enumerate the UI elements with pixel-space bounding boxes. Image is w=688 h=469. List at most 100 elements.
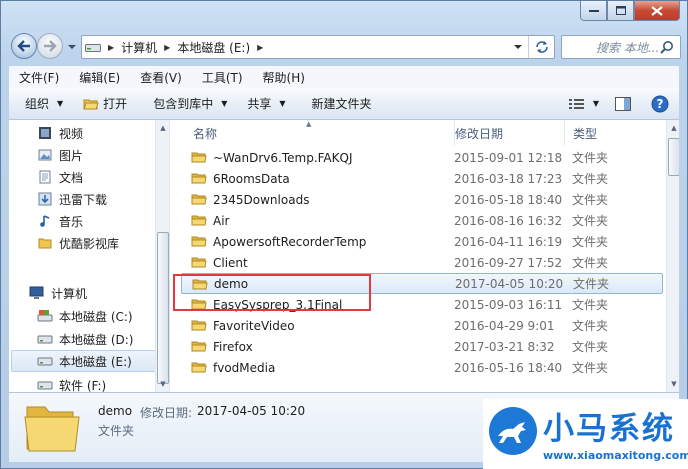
- menu-view[interactable]: 查看(V): [130, 69, 192, 86]
- file-type: 文件夹: [572, 340, 609, 354]
- nav-item-drive-c[interactable]: 本地磁盘 (C:): [37, 305, 169, 327]
- share-label: 共享: [247, 97, 272, 111]
- maximize-icon: [615, 6, 626, 15]
- documents-library-icon: [37, 169, 53, 185]
- file-row[interactable]: 6RoomsData 2016-03-18 17:23 文件夹: [181, 168, 663, 189]
- address-bar[interactable]: ▶ 计算机 ▶ 本地磁盘 (E:) ▶: [81, 35, 555, 59]
- file-row[interactable]: fvodMedia 2016-05-16 18:40 文件夹: [181, 357, 663, 378]
- new-folder-button[interactable]: 新建文件夹: [296, 88, 382, 119]
- organize-button[interactable]: 组织 ▼: [9, 88, 73, 119]
- file-name: 2345Downloads: [213, 192, 310, 207]
- nav-item-thunder-download[interactable]: 迅雷下载: [37, 188, 169, 210]
- search-input[interactable]: 搜索 本地...: [561, 35, 681, 59]
- horse-logo-icon: [489, 407, 537, 455]
- file-name: ApowersoftRecorderTemp: [213, 234, 367, 249]
- share-button[interactable]: 共享 ▼: [237, 88, 295, 119]
- open-button[interactable]: 打开: [73, 88, 137, 119]
- file-type: 文件夹: [573, 277, 610, 291]
- folder-icon: [191, 234, 207, 251]
- file-row[interactable]: ~WanDrv6.Temp.FAKQJ 2015-09-01 12:18 文件夹: [181, 147, 663, 168]
- recent-pages-dropdown[interactable]: [67, 41, 77, 51]
- close-button[interactable]: [634, 1, 680, 21]
- nav-item-label: 优酷影视库: [59, 236, 120, 251]
- file-type: 文件夹: [572, 319, 609, 333]
- menu-help[interactable]: 帮助(H): [253, 69, 315, 86]
- folder-icon: [37, 235, 53, 251]
- file-type: 文件夹: [572, 193, 609, 207]
- breadcrumb-separator[interactable]: ▶: [104, 43, 118, 52]
- scroll-down-arrow[interactable]: ▼: [156, 376, 169, 392]
- organize-label: 组织: [25, 97, 50, 111]
- scroll-up-arrow[interactable]: ▲: [156, 120, 169, 136]
- menu-tools[interactable]: 工具(T): [192, 69, 253, 86]
- nav-item-drive-d[interactable]: 本地磁盘 (D:): [37, 328, 169, 350]
- sort-ascending-icon: ▲: [306, 120, 312, 128]
- nav-item-documents[interactable]: 文档: [37, 166, 169, 188]
- file-date: 2017-04-05 10:20: [455, 276, 564, 291]
- view-options-button[interactable]: ▼: [563, 88, 605, 119]
- scroll-down-arrow[interactable]: ▼: [667, 376, 679, 392]
- column-headers: 名称 ▲ 修改日期 类型: [171, 120, 664, 146]
- nav-item-videos[interactable]: 视频: [37, 122, 169, 144]
- folder-icon: [191, 255, 207, 272]
- explorer-window: ▶ 计算机 ▶ 本地磁盘 (E:) ▶ 搜索 本地... 文件(F) 编辑(E)…: [0, 0, 688, 469]
- nav-item-label: 本地磁盘 (D:): [59, 332, 134, 347]
- file-row[interactable]: FavoriteVideo 2016-04-29 9:01 文件夹: [181, 315, 663, 336]
- file-row[interactable]: 2345Downloads 2016-05-18 18:40 文件夹: [181, 189, 663, 210]
- nav-item-youku[interactable]: 优酷影视库: [37, 232, 169, 254]
- chevron-down-icon: ▼: [279, 99, 286, 108]
- scroll-up-arrow[interactable]: ▲: [667, 120, 679, 136]
- computer-icon: [29, 285, 45, 301]
- include-in-library-button[interactable]: 包含到库中 ▼: [137, 88, 237, 119]
- folder-icon: [191, 150, 207, 167]
- file-list-scrollbar[interactable]: ▲ ▼: [666, 120, 679, 392]
- refresh-button[interactable]: [528, 36, 554, 58]
- nav-item-drive-f[interactable]: 软件 (F:): [37, 374, 169, 392]
- breadcrumb-separator[interactable]: ▶: [160, 43, 174, 52]
- maximize-button[interactable]: [607, 1, 634, 21]
- menu-edit[interactable]: 编辑(E): [69, 69, 130, 86]
- menu-file[interactable]: 文件(F): [9, 69, 69, 86]
- column-type-label: 类型: [573, 126, 598, 141]
- file-row[interactable]: ApowersoftRecorderTemp 2016-04-11 16:19 文件…: [181, 231, 663, 252]
- file-row[interactable]: Air 2016-08-16 16:32 文件夹: [181, 210, 663, 231]
- preview-pane-button[interactable]: [605, 88, 641, 119]
- breadcrumb-computer[interactable]: 计算机: [118, 36, 160, 58]
- breadcrumb-separator[interactable]: ▶: [253, 43, 267, 52]
- highlight-annotation: [173, 274, 371, 311]
- file-date: 2016-05-16 18:40: [454, 360, 563, 375]
- drive-icon: [82, 36, 104, 58]
- toolbar-right-group: ▼ ?: [563, 88, 679, 119]
- back-button[interactable]: [11, 33, 37, 59]
- watermark-url: www.xiaomaxitong.com: [543, 449, 688, 462]
- svg-text:?: ?: [657, 97, 664, 111]
- file-date: 2017-03-21 8:32: [454, 339, 555, 354]
- nav-item-label: 音乐: [59, 214, 84, 229]
- help-button[interactable]: ?: [641, 88, 679, 119]
- column-name[interactable]: 名称: [185, 120, 455, 146]
- file-type: 文件夹: [572, 214, 609, 228]
- navigation-row: ▶ 计算机 ▶ 本地磁盘 (E:) ▶ 搜索 本地...: [9, 31, 681, 61]
- nav-item-computer[interactable]: 计算机: [29, 282, 169, 304]
- folder-icon: [191, 318, 207, 335]
- chevron-down-icon: ▼: [57, 99, 64, 108]
- address-dropdown[interactable]: [510, 36, 526, 58]
- file-row[interactable]: Firefox 2017-03-21 8:32 文件夹: [181, 336, 663, 357]
- breadcrumb-drive-e[interactable]: 本地磁盘 (E:): [174, 36, 253, 58]
- nav-item-drive-e[interactable]: 本地磁盘 (E:): [11, 350, 157, 372]
- column-date-modified[interactable]: 修改日期: [447, 120, 565, 146]
- scroll-thumb[interactable]: [668, 138, 679, 176]
- nav-item-pictures[interactable]: 图片: [37, 144, 169, 166]
- forward-button[interactable]: [37, 33, 63, 59]
- column-type[interactable]: 类型: [565, 120, 670, 146]
- file-date: 2016-03-18 17:23: [454, 171, 563, 186]
- details-type: 文件夹: [98, 424, 135, 438]
- file-date: 2016-04-11 16:19: [454, 234, 563, 249]
- drive-icon: [37, 353, 53, 369]
- nav-item-music[interactable]: 音乐: [37, 210, 169, 232]
- file-row[interactable]: Client 2016-09-27 17:52 文件夹: [181, 252, 663, 273]
- minimize-button[interactable]: [580, 1, 607, 21]
- scroll-thumb[interactable]: [157, 232, 169, 384]
- nav-pane-scrollbar[interactable]: ▲ ▼: [155, 120, 169, 392]
- watermark-logo: 小马系统 www.xiaomaxitong.com: [483, 399, 688, 469]
